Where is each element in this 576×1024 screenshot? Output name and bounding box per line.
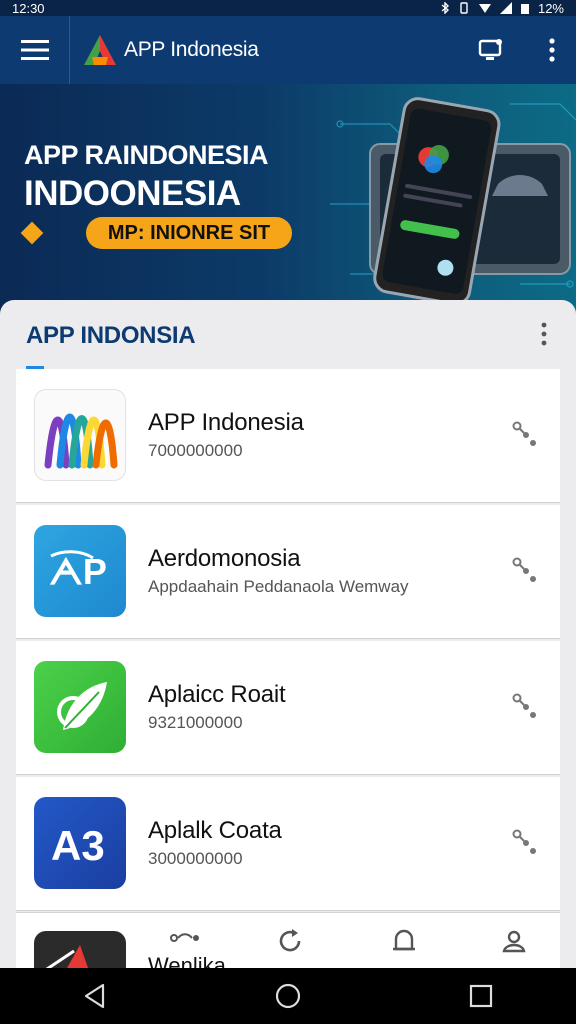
svg-text:ᗅP: ᗅP [49,551,107,592]
signal-icon [499,2,512,14]
cast-icon[interactable] [478,37,504,63]
app-logo[interactable]: APP Indonesia [82,33,259,67]
diamond-bullet-icon [20,221,44,245]
share-icon[interactable] [512,421,538,447]
menu-icon [20,40,49,60]
app-list-item[interactable]: APP Indonesia 7000000000 [16,369,560,503]
app-name: Aerdomonosia [148,545,301,572]
status-time: 12:30 [12,0,45,16]
app-letters-icon: ᗅP [34,525,126,617]
menu-button[interactable] [0,16,70,84]
app-list-item[interactable]: A3 Aplalk Coata 3000000000 [16,777,560,911]
triangle-logo-icon [84,35,116,65]
circuit-phone-illustration [330,97,576,306]
section-title: APP INDONSIA [26,322,196,349]
app-description: 3000000000 [148,849,243,868]
banner-subtitle: INDOONESIA [24,174,241,213]
vibrate-icon [460,2,468,14]
share-icon[interactable] [170,931,200,945]
recents-icon[interactable] [469,984,493,1008]
app-description: Appdaahain Peddanaola Wemway [148,577,409,596]
app-list-item[interactable]: ᗅP Aerdomonosia Appdaahain Peddanaola We… [16,505,560,639]
share-icon[interactable] [512,693,538,719]
share-icon[interactable] [512,557,538,583]
a3-letters-icon: A3 [34,797,126,889]
share-icon[interactable] [512,829,538,855]
section-more-icon[interactable] [540,322,548,346]
refresh-icon[interactable] [276,927,304,955]
battery-level: 12% [537,0,564,16]
back-icon[interactable] [83,983,107,1009]
app-name: APP Indonesia [148,409,304,436]
leaf-icon [34,661,126,753]
banner-cta-button[interactable]: MP: INIONRE SIT [86,217,292,249]
status-bar: 12:30 12% [0,0,576,16]
home-icon[interactable] [274,982,302,1010]
battery-icon [520,4,529,14]
app-bar: APP Indonesia [0,16,576,84]
app-description: 9321000000 [148,713,243,732]
wifi-icon [478,4,491,13]
bell-icon[interactable] [390,927,418,955]
profile-icon[interactable] [500,927,528,955]
bluetooth-icon [441,2,450,14]
svg-text:A3: A3 [51,822,105,868]
promo-banner[interactable]: APP RAINDONESIA INDOONESIA MP: INIONRE S… [0,84,576,314]
app-name: Aplalk Coata [148,817,282,844]
app-description: 7000000000 [148,441,243,460]
app-title: APP Indonesia [124,38,259,61]
app-name: Aplaicc Roait [148,681,286,708]
system-nav-bar [0,968,576,1024]
rainbow-ribbon-icon [34,389,126,481]
bottom-nav: Wenlika [16,912,560,991]
more-vertical-icon[interactable] [548,38,556,62]
app-list-item[interactable]: Aplaicc Roait 9321000000 [16,641,560,775]
banner-title: APP RAINDONESIA [24,140,269,170]
